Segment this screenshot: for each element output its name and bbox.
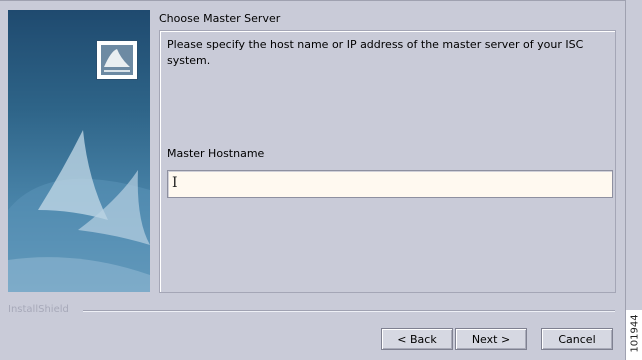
right-border [625,0,626,360]
master-hostname-label: Master Hostname [167,147,265,160]
logo-inner [101,45,133,75]
figure-id: 101944 [629,314,641,353]
step-title: Choose Master Server [159,12,281,25]
installer-window: Choose Master Server Please specify the … [0,0,626,360]
next-button[interactable]: Next > [455,328,527,350]
top-border [0,0,626,1]
text-cursor-icon: I [172,175,178,191]
separator-line [83,310,615,311]
master-hostname-input[interactable] [167,170,613,198]
instructions-text: Please specify the host name or IP addre… [167,38,584,67]
installshield-label: InstallShield [8,304,69,315]
content-panel: Please specify the host name or IP addre… [159,30,616,293]
cancel-button[interactable]: Cancel [541,328,613,350]
side-banner-image [8,10,150,292]
installer-logo-icon [96,40,138,80]
figure-id-strip: 101944 [626,310,642,360]
back-button[interactable]: < Back [381,328,453,350]
